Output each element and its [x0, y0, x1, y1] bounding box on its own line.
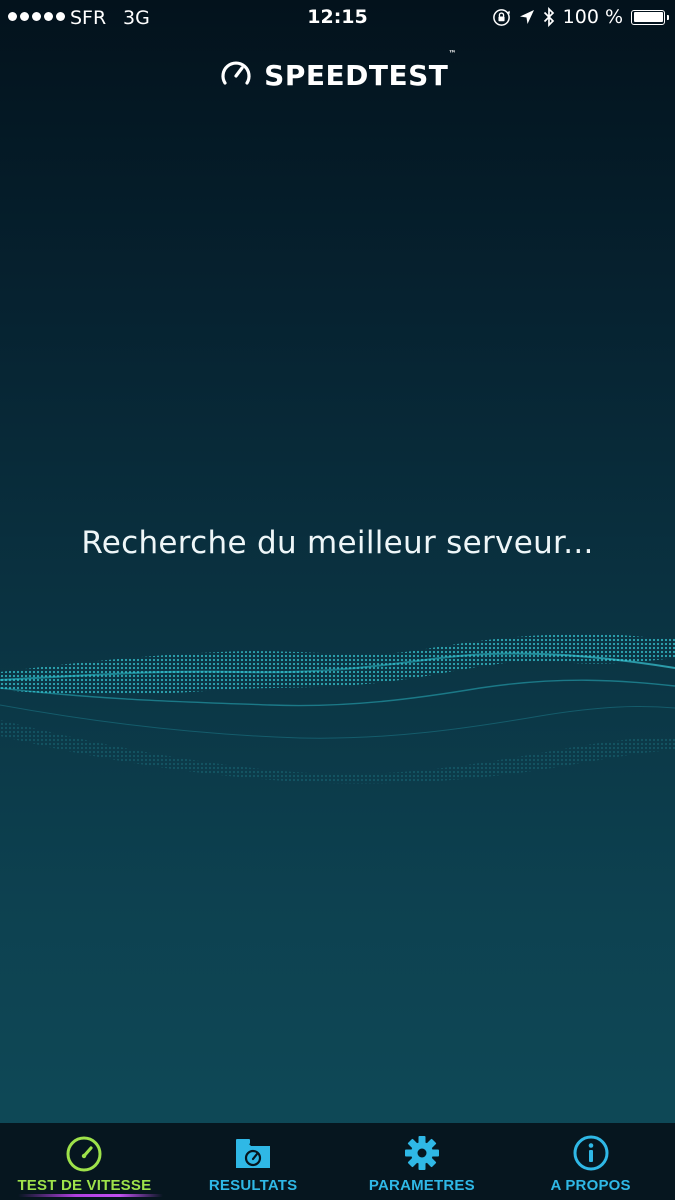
- tab-label: PARAMETRES: [368, 1177, 475, 1194]
- orientation-lock-icon: [492, 8, 511, 27]
- tab-label: TEST DE VITESSE: [17, 1177, 152, 1194]
- wave-animation: [0, 634, 675, 784]
- location-arrow-icon: [519, 9, 535, 25]
- folder-gauge-icon: [233, 1133, 273, 1173]
- tab-parametres[interactable]: PARAMETRES: [338, 1123, 507, 1200]
- tab-label: A PROPOS: [550, 1177, 631, 1194]
- status-message: Recherche du meilleur serveur...: [81, 525, 594, 561]
- gear-icon: [403, 1133, 441, 1173]
- battery-percent: 100 %: [562, 6, 623, 28]
- speedometer-icon: [218, 55, 254, 95]
- tab-test-de-vitesse[interactable]: TEST DE VITESSE: [0, 1123, 169, 1200]
- bluetooth-icon: [543, 7, 555, 27]
- tab-resultats[interactable]: RESULTATS: [169, 1123, 338, 1200]
- app-logo: SPEEDTEST™: [0, 48, 675, 95]
- tab-bar: TEST DE VITESSE RESULTATS PARAMETRES A P…: [0, 1123, 675, 1200]
- battery-icon: [631, 9, 669, 25]
- logo-text: SPEEDTEST™: [264, 48, 457, 92]
- speedometer-icon: [64, 1133, 104, 1173]
- info-icon: [572, 1133, 610, 1173]
- status-icons: 100 %: [492, 6, 669, 28]
- tab-a-propos[interactable]: A PROPOS: [506, 1123, 675, 1200]
- tab-label: RESULTATS: [208, 1177, 298, 1194]
- status-bar: SFR 3G 12:15 100 %: [0, 0, 675, 34]
- battery-level-fill: [633, 12, 663, 22]
